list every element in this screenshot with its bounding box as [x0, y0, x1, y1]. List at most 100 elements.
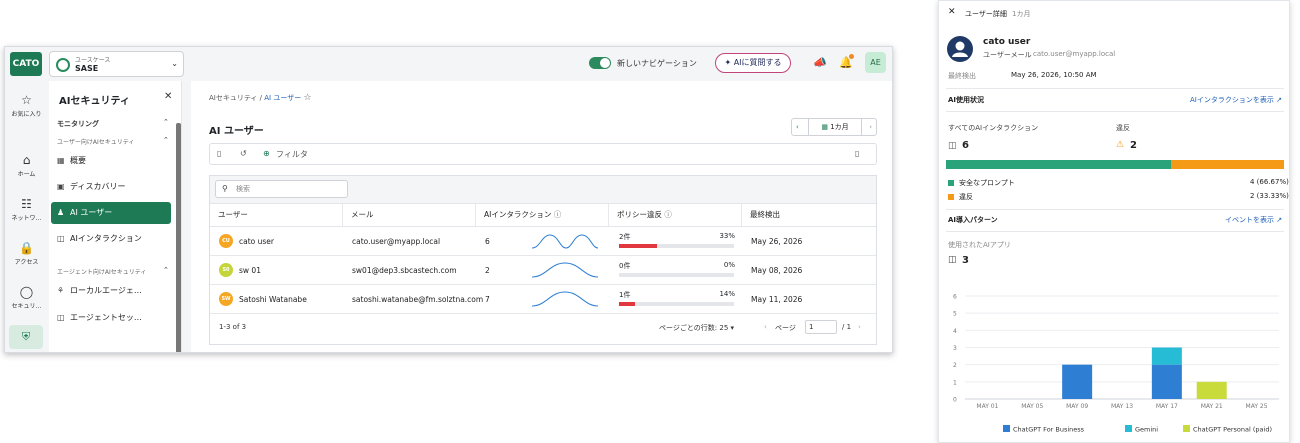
violation-count: 2件 — [619, 233, 631, 241]
bookmark-icon[interactable]: ▯ — [217, 149, 221, 158]
help-icon[interactable]: ⓘ — [554, 210, 562, 219]
column-header-label: ポリシー違反 — [617, 210, 662, 219]
violations-value: 2 — [1130, 140, 1137, 151]
safe-value: 4 (66.67%) — [1250, 178, 1289, 186]
usecase-value: SASE — [75, 64, 99, 73]
section-user-ai-security: ユーザー向けAIセキュリティ — [57, 139, 135, 146]
prev-page-icon[interactable]: ‹ — [764, 323, 767, 331]
rail-network[interactable]: ☷ ネットワ… — [5, 197, 48, 222]
chevron-up-icon[interactable]: ⌃ — [163, 266, 169, 274]
section-monitoring[interactable]: モニタリング — [57, 119, 99, 129]
rail-label: アクセス — [14, 259, 39, 266]
next-page-icon[interactable]: › — [858, 323, 861, 331]
chevron-left-icon[interactable]: ‹ — [796, 119, 799, 135]
main-content: AIセキュリティ / AI ユーザー ☆ AI ユーザー ‹ ▦ 1カ月 › ▯… — [191, 81, 892, 352]
table-row[interactable]: CU cato user cato.user@myapp.local 6 2件 33% Ma… — [210, 227, 876, 256]
add-filter-icon[interactable]: ⊕ — [263, 149, 270, 158]
breadcrumb-root[interactable]: AIセキュリティ — [209, 94, 257, 102]
side-scrollbar[interactable] — [176, 123, 181, 352]
view-interactions-link[interactable]: AIインタラクションを表示 ↗ — [1190, 95, 1282, 105]
side-item-label: 概要 — [70, 156, 86, 165]
legend-swatch — [1183, 425, 1190, 432]
network-icon: ☷ — [21, 197, 32, 211]
x-tick-label: MAY 21 — [1201, 403, 1223, 410]
side-item-ai-users[interactable]: ♟ AI ユーザー — [51, 202, 171, 224]
rows-per-page-select[interactable]: ページごとの行数: 25 ▾ — [659, 323, 734, 333]
rail-home[interactable]: ⌂ ホーム — [5, 153, 48, 178]
filter-label[interactable]: フィルタ — [276, 149, 308, 160]
bookmark-icon[interactable]: ▯ — [855, 149, 859, 158]
cube-icon: ◫ — [948, 255, 957, 265]
violation-percent: 0% — [723, 261, 735, 269]
cell-last-seen: May 11, 2026 — [751, 295, 803, 304]
column-header-violations[interactable]: ポリシー違反 ⓘ — [609, 204, 742, 226]
rail-label: セキュリ… — [11, 303, 42, 310]
violation-count: 0件 — [619, 262, 631, 270]
help-icon[interactable]: ⓘ — [664, 210, 672, 219]
new-navigation-toggle[interactable] — [589, 57, 611, 69]
shield-icon: ◯ — [19, 285, 34, 299]
column-header-user[interactable]: ユーザー — [210, 204, 343, 226]
warning-icon: ⚠ — [1116, 140, 1125, 150]
chevron-up-icon[interactable]: ⌃ — [163, 118, 169, 126]
page-input[interactable]: 1 — [805, 320, 837, 334]
side-item-ai-interactions[interactable]: ◫ AIインタラクション — [51, 228, 171, 250]
y-tick-label: 0 — [953, 397, 957, 404]
time-range-selector[interactable]: ‹ ▦ 1カ月 › — [791, 118, 877, 136]
y-tick-label: 4 — [953, 328, 957, 335]
legend-swatch — [1125, 425, 1132, 432]
table-row[interactable]: SW Satoshi Watanabe satoshi.watanabe@fm.so… — [210, 285, 876, 314]
side-item-local-agents[interactable]: ⚘ ローカルエージェ… — [51, 280, 171, 302]
legend-label: ChatGPT For Business — [1013, 426, 1085, 434]
view-events-link[interactable]: イベントを表示 ↗ — [1225, 215, 1282, 225]
y-tick-label: 1 — [953, 379, 957, 386]
email-label: ユーザーメール — [983, 51, 1032, 59]
usecase-selector[interactable]: ユースケース SASE ⌄ — [49, 51, 184, 77]
chart-bar — [1151, 364, 1182, 399]
cato-logo[interactable]: CATO — [10, 52, 42, 76]
side-item-discovery[interactable]: ▣ ディスカバリー — [51, 176, 171, 198]
violation-value: 2 (33.33%) — [1250, 192, 1289, 200]
user-avatar[interactable]: AE — [865, 52, 886, 73]
star-icon[interactable]: ☆ — [303, 93, 311, 103]
chevron-right-icon[interactable]: › — [869, 119, 872, 135]
side-item-overview[interactable]: ▦ 概要 — [51, 150, 171, 172]
search-input[interactable]: ⚲ 検索 — [215, 180, 348, 198]
nav-rail: ☆ お気に入り ⌂ ホーム ☷ ネットワ… 🔒 アクセス ◯ セキュリ… ⛨ — [5, 81, 48, 352]
column-header-last-seen[interactable]: 最終検出 — [742, 204, 876, 226]
y-tick-label: 5 — [953, 311, 957, 318]
discovery-icon: ▣ — [57, 182, 65, 191]
violation-percent: 14% — [719, 290, 735, 298]
lock-icon: 🔒 — [19, 241, 34, 255]
chevron-up-icon[interactable]: ⌃ — [163, 136, 169, 144]
violation-count: 1件 — [619, 291, 631, 299]
divider — [946, 231, 1284, 232]
table-row[interactable]: S0 sw 01 sw01@dep3.sbcastech.com 2 0件 0% May 0… — [210, 256, 876, 285]
column-header-email[interactable]: メール — [343, 204, 476, 226]
side-title: AIセキュリティ — [59, 96, 130, 107]
safe-legend-swatch — [948, 180, 954, 186]
violation-bar-fill — [619, 244, 657, 248]
user-detail-panel: ✕ ユーザー詳細 1カ月 cato user ユーザーメール cato.user… — [938, 0, 1290, 443]
close-icon[interactable]: ✕ — [164, 91, 172, 102]
cell-last-seen: May 08, 2026 — [751, 266, 803, 275]
breadcrumb: AIセキュリティ / AI ユーザー ☆ — [209, 93, 312, 103]
ask-ai-label: AIに質問する — [733, 58, 782, 67]
table-search-row: ⚲ 検索 — [210, 176, 876, 204]
megaphone-icon[interactable]: 📣 — [813, 56, 827, 69]
rail-access[interactable]: 🔒 アクセス — [5, 241, 48, 266]
side-item-agent-sessions[interactable]: ◫ エージェントセッ… — [51, 307, 171, 329]
time-range-value[interactable]: ▦ 1カ月 — [808, 119, 862, 135]
ask-ai-button[interactable]: ✦ AIに質問する — [715, 53, 791, 73]
violation-bar-fill — [619, 302, 636, 306]
rail-ai-security[interactable]: ⛨ — [9, 325, 43, 349]
close-icon[interactable]: ✕ — [948, 7, 956, 17]
search-icon: ⚲ — [222, 184, 228, 193]
rail-favorites[interactable]: ☆ お気に入り — [5, 93, 48, 118]
column-header-interactions[interactable]: AIインタラクション ⓘ — [476, 204, 609, 226]
page-label: ページ — [775, 324, 796, 332]
rail-security[interactable]: ◯ セキュリ… — [5, 285, 48, 310]
x-tick-label: MAY 01 — [976, 403, 998, 410]
history-icon[interactable]: ↺ — [240, 149, 247, 158]
rail-label: お気に入り — [11, 111, 42, 118]
